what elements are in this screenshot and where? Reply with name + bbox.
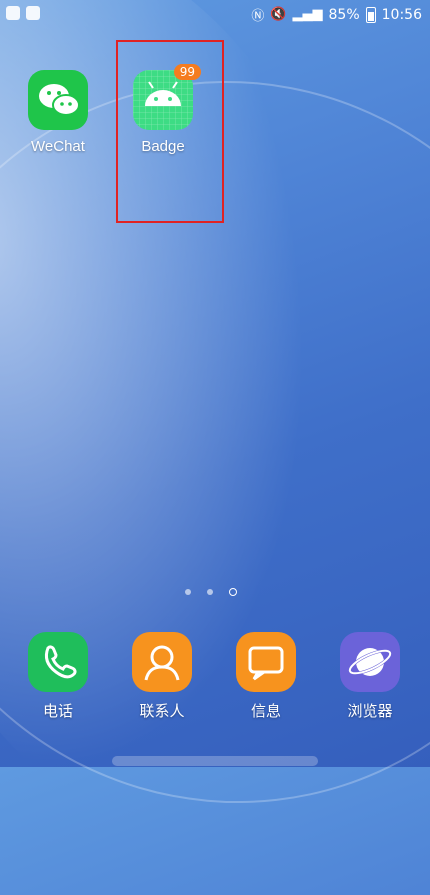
dock-contacts[interactable]: 联系人 (117, 632, 207, 721)
dock-label: 信息 (250, 703, 281, 720)
selection-highlight (116, 40, 224, 223)
wechat-icon (28, 70, 88, 130)
clock: 10:56 (381, 6, 422, 23)
dock-label: 浏览器 (347, 703, 393, 720)
signal-icon: ▂▄▆ (292, 7, 323, 22)
contacts-icon (132, 632, 192, 692)
home-indicator[interactable] (112, 756, 318, 766)
status-left (6, 6, 40, 20)
mute-icon: 🔇 (270, 7, 287, 22)
status-right: Ⓝ 🔇 ▂▄▆ 85% 10:56 (251, 5, 422, 24)
page-dot[interactable] (185, 589, 191, 595)
message-icon (236, 632, 296, 692)
dock-messages[interactable]: 信息 (221, 632, 311, 721)
dock-browser[interactable]: 浏览器 (325, 632, 415, 721)
dock-label: 电话 (42, 703, 73, 720)
gallery-icon (26, 6, 40, 20)
page-dot[interactable] (207, 589, 213, 595)
status-bar: Ⓝ 🔇 ▂▄▆ 85% 10:56 (0, 0, 430, 28)
page-indicator (185, 588, 237, 596)
dock-phone[interactable]: 电话 (13, 632, 103, 721)
app-wechat[interactable]: WeChat (13, 70, 103, 155)
dock-label: 联系人 (139, 703, 185, 720)
battery-percent: 85% (328, 6, 360, 23)
page-dot-active[interactable] (229, 588, 237, 596)
notification-app-icon (6, 6, 20, 20)
browser-icon (340, 632, 400, 692)
phone-icon (28, 632, 88, 692)
battery-icon (365, 6, 376, 23)
nfc-icon: Ⓝ (251, 9, 265, 24)
app-label: WeChat (31, 138, 85, 155)
